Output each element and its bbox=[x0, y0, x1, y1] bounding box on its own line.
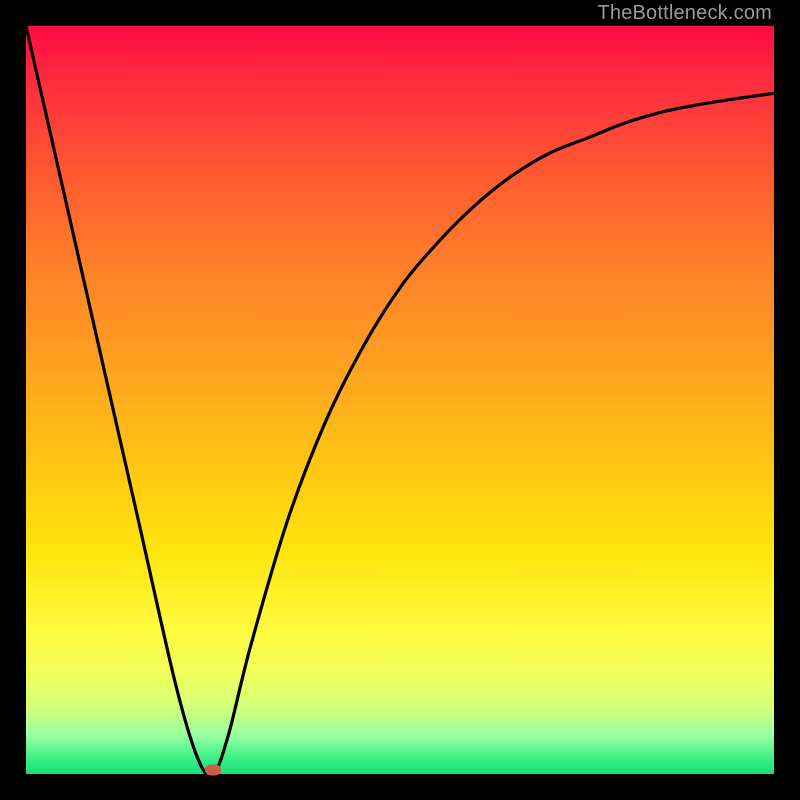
watermark-text: TheBottleneck.com bbox=[597, 0, 772, 26]
bottleneck-curve bbox=[26, 26, 774, 774]
minimum-point-marker bbox=[205, 765, 221, 776]
plot-area bbox=[26, 26, 774, 774]
chart-frame: TheBottleneck.com bbox=[0, 0, 800, 800]
